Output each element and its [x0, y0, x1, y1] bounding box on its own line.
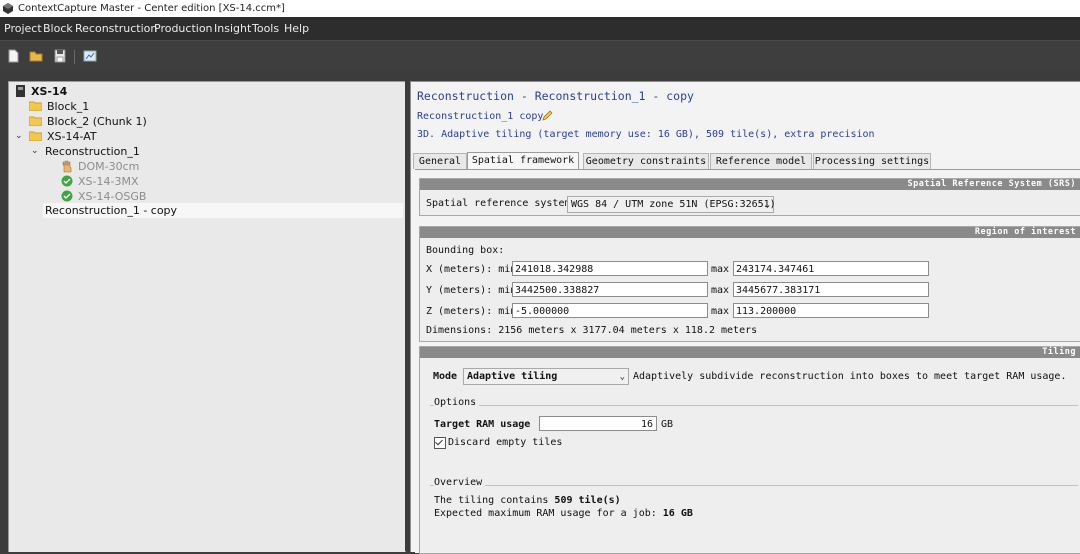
menu-tools[interactable]: Tools: [251, 17, 280, 40]
z-max-label: max: [711, 306, 730, 317]
x-min-input[interactable]: 241018.342988: [512, 261, 708, 276]
tab-spatial-framework[interactable]: Spatial framework: [467, 152, 579, 170]
tree-label-production-3mx: XS-14-3MX: [78, 175, 139, 188]
tiling-mode-select[interactable]: Adaptive tiling ⌄: [463, 368, 629, 385]
menu-reconstruction[interactable]: Reconstruction: [74, 17, 158, 40]
z-min-label: Z (meters): min: [426, 306, 517, 317]
tiling-mode-description: Adaptively subdivide reconstruction into…: [633, 371, 1067, 382]
tree-label-production-dom: DOM-30cm: [78, 160, 140, 173]
y-max-input[interactable]: 3445677.383171: [733, 282, 929, 297]
y-min-label: Y (meters): min: [426, 285, 517, 296]
z-min-input[interactable]: -5.000000: [512, 303, 708, 318]
menu-insight[interactable]: Insight: [213, 17, 252, 40]
z-max-input[interactable]: 113.200000: [733, 303, 929, 318]
x-max-label: max: [711, 264, 730, 275]
bounding-box-label: Bounding box:: [426, 245, 505, 256]
project-tree-panel: XS-14 Block_1 Block_2 (Chunk 1) ⌄ XS-14-…: [8, 81, 406, 552]
edit-pencil-icon[interactable]: [542, 110, 553, 121]
tiling-mode-label: Mode: [433, 371, 458, 382]
tiling-group: Tiling Mode Adaptive tiling ⌄ Adaptively…: [419, 346, 1080, 554]
tab-reference-model[interactable]: Reference model: [710, 153, 812, 169]
open-project-icon[interactable]: [29, 49, 43, 63]
overview-separator: [430, 485, 1078, 486]
tree-label-production-osgb: XS-14-OSGB: [78, 190, 147, 203]
collapse-chevron-icon[interactable]: ⌄: [15, 129, 23, 144]
menu-production[interactable]: Production: [153, 17, 214, 40]
reconstruction-name: Reconstruction_1 copy: [417, 111, 544, 122]
new-project-icon[interactable]: [6, 49, 20, 63]
menu-project[interactable]: Project: [3, 17, 43, 40]
tab-geometry-constraints[interactable]: Geometry constraints: [583, 153, 709, 169]
reconstruction-description: 3D. Adaptive tiling (target memory use: …: [417, 129, 875, 140]
toolbar-separator: [74, 50, 75, 64]
x-max-input[interactable]: 243174.347461: [733, 261, 929, 276]
srs-label: Spatial reference system:: [426, 198, 577, 209]
overview-label: Overview: [434, 477, 486, 488]
srs-group-header: Spatial Reference System (SRS): [420, 179, 1080, 190]
y-max-label: max: [711, 285, 730, 296]
srs-group: Spatial Reference System (SRS) Spatial r…: [419, 178, 1080, 216]
save-project-icon[interactable]: [53, 49, 67, 63]
detail-title: Reconstruction - Reconstruction_1 - copy: [417, 89, 694, 103]
folder-icon: [29, 131, 42, 141]
options-separator: [430, 405, 1078, 406]
tab-general[interactable]: General: [413, 153, 467, 169]
web-viewer-icon[interactable]: [83, 49, 97, 63]
window-titlebar: ContextCapture Master - Center edition […: [0, 0, 1080, 17]
menu-help[interactable]: Help: [283, 17, 310, 40]
project-icon: [16, 85, 25, 97]
tiling-group-header: Tiling: [420, 347, 1080, 358]
tree-label-block-2: Block_2 (Chunk 1): [47, 115, 147, 128]
overview-ram-usage: Expected maximum RAM usage for a job: 16…: [434, 508, 693, 519]
collapse-chevron-icon[interactable]: ⌄: [31, 144, 39, 159]
hand-pending-icon: [62, 160, 72, 173]
reconstruction-detail-panel: Reconstruction - Reconstruction_1 - copy…: [410, 81, 1080, 554]
tab-processing-settings[interactable]: Processing settings: [813, 153, 931, 169]
folder-icon: [29, 116, 42, 126]
toolbar: [0, 40, 1080, 71]
srs-select[interactable]: WGS 84 / UTM zone 51N (EPSG:32651) ⌄: [567, 196, 776, 213]
discard-empty-tiles-checkbox[interactable]: [434, 437, 446, 449]
tree-label-reconstruction-1: Reconstruction_1: [45, 145, 140, 158]
tree-label-block-1: Block_1: [47, 100, 90, 113]
options-label: Options: [434, 397, 480, 408]
y-min-input[interactable]: 3442500.338827: [512, 282, 708, 297]
tiling-mode-value: Adaptive tiling: [467, 371, 558, 382]
pane-splitter[interactable]: [405, 81, 409, 551]
chevron-down-icon: ⌄: [764, 200, 770, 210]
menu-block[interactable]: Block: [42, 17, 74, 40]
app-icon: [3, 3, 13, 14]
target-ram-unit: GB: [661, 419, 674, 430]
window-title: ContextCapture Master - Center edition […: [18, 3, 285, 14]
discard-empty-tiles-label: Discard empty tiles: [448, 437, 563, 448]
roi-group-header: Region of interest: [420, 227, 1080, 238]
check-complete-icon: [61, 190, 73, 202]
tree-label-block-at: XS-14-AT: [47, 130, 97, 143]
folder-icon: [29, 101, 42, 111]
menu-bar: Project Block Reconstruction Production …: [0, 17, 1080, 40]
target-ram-input[interactable]: 16: [539, 416, 657, 431]
overview-tile-count: The tiling contains 509 tile(s): [434, 495, 621, 506]
tree-label-project: XS-14: [31, 85, 68, 98]
dimensions-text: Dimensions: 2156 meters x 3177.04 meters…: [426, 325, 758, 336]
x-min-label: X (meters): min: [426, 264, 517, 275]
srs-select-value: WGS 84 / UTM zone 51N (EPSG:32651): [571, 199, 776, 210]
tree-label-reconstruction-copy: Reconstruction_1 - copy: [45, 204, 178, 217]
check-complete-icon: [61, 175, 73, 187]
target-ram-label: Target RAM usage: [434, 419, 531, 430]
chevron-down-icon: ⌄: [619, 372, 625, 382]
region-of-interest-group: Region of interest Bounding box: X (mete…: [419, 226, 1080, 342]
spatial-framework-tab-body: Spatial Reference System (SRS) Spatial r…: [415, 169, 1080, 554]
